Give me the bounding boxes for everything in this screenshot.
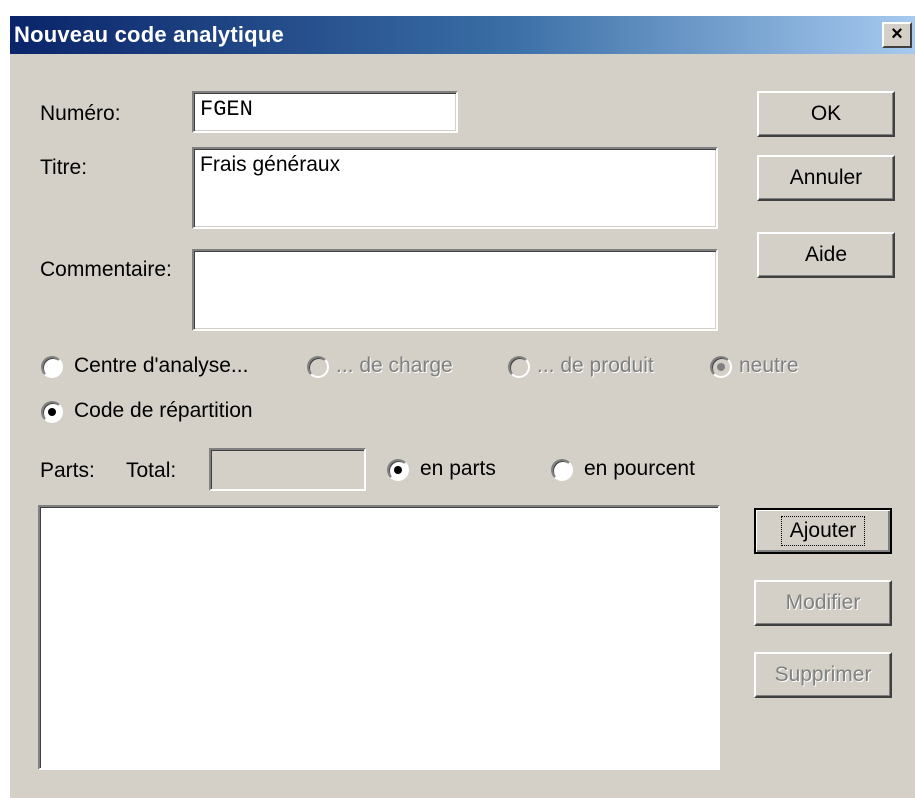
aide-label: Aide xyxy=(804,243,848,266)
commentaire-label: Commentaire: xyxy=(40,258,172,281)
titre-value: Frais généraux xyxy=(200,153,341,176)
ajouter-label: Ajouter xyxy=(780,516,866,546)
ajouter-button[interactable]: Ajouter xyxy=(754,508,892,554)
total-input xyxy=(209,448,366,491)
total-label: Total: xyxy=(126,459,177,482)
titre-input[interactable]: Frais généraux xyxy=(192,147,718,229)
close-button[interactable]: × xyxy=(882,22,912,48)
ok-label: OK xyxy=(810,102,842,125)
radio-dot xyxy=(717,363,725,371)
radio-en-pourcent[interactable] xyxy=(551,459,573,481)
title-bar[interactable]: Nouveau code analytique × xyxy=(10,16,915,54)
radio-de-charge[interactable] xyxy=(307,356,329,378)
radio-de-produit[interactable] xyxy=(508,356,530,378)
annuler-label: Annuler xyxy=(789,166,863,189)
parts-listbox[interactable] xyxy=(38,505,720,770)
en-pourcent-label: en pourcent xyxy=(584,457,695,480)
modifier-label: Modifier xyxy=(785,591,861,614)
numero-input[interactable]: FGEN xyxy=(192,91,458,133)
code-repartition-label: Code de répartition xyxy=(74,399,253,422)
titre-label: Titre: xyxy=(40,156,88,179)
de-charge-label: ... de charge xyxy=(336,354,453,377)
supprimer-button[interactable]: Supprimer xyxy=(754,652,892,698)
dialog-window: Nouveau code analytique × Numéro: FGEN T… xyxy=(8,14,915,798)
centre-analyse-label: Centre d'analyse... xyxy=(74,354,249,377)
numero-value: FGEN xyxy=(200,97,253,122)
radio-neutre[interactable] xyxy=(710,356,732,378)
en-parts-label: en parts xyxy=(420,457,496,480)
close-icon: × xyxy=(891,23,903,45)
modifier-button[interactable]: Modifier xyxy=(754,580,892,626)
radio-dot xyxy=(394,466,402,474)
commentaire-input[interactable] xyxy=(192,249,718,331)
radio-code-repartition[interactable] xyxy=(41,401,63,423)
parts-label: Parts: xyxy=(40,459,95,482)
radio-centre-analyse[interactable] xyxy=(41,356,63,378)
numero-label: Numéro: xyxy=(40,102,121,125)
de-produit-label: ... de produit xyxy=(537,354,654,377)
annuler-button[interactable]: Annuler xyxy=(757,155,895,201)
neutre-label: neutre xyxy=(739,354,799,377)
radio-en-parts[interactable] xyxy=(387,459,409,481)
dialog-title: Nouveau code analytique xyxy=(14,22,284,47)
radio-dot xyxy=(48,408,56,416)
aide-button[interactable]: Aide xyxy=(757,232,895,278)
ok-button[interactable]: OK xyxy=(757,91,895,137)
supprimer-label: Supprimer xyxy=(774,663,872,686)
